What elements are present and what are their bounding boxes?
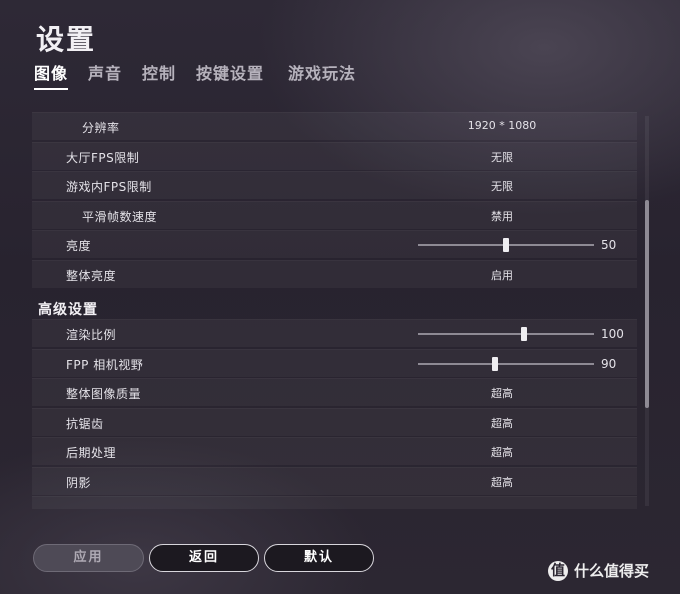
setting-row-post-processing[interactable]: 后期处理 超高 — [32, 437, 637, 465]
setting-label: 渲染比例 — [66, 328, 117, 342]
slider-track — [418, 333, 594, 335]
setting-row-resolution[interactable]: 分辨率 1920 * 1080 — [32, 112, 637, 140]
setting-row-ingame-fps[interactable]: 游戏内FPS限制 无限 — [32, 171, 637, 199]
setting-label: 平滑帧数速度 — [82, 209, 158, 224]
setting-row-smooth-frame[interactable]: 平滑帧数速度 禁用 — [32, 200, 637, 229]
setting-label: FPP 相机视野 — [66, 357, 144, 372]
setting-row-partial[interactable] — [32, 496, 637, 509]
setting-value[interactable]: 启用 — [427, 267, 577, 283]
setting-value[interactable]: 无限 — [427, 178, 577, 194]
default-button[interactable]: 默认 — [264, 544, 374, 572]
watermark-logo-icon: 值 — [548, 560, 568, 581]
setting-row-anti-aliasing[interactable]: 抗锯齿 超高 — [32, 407, 637, 436]
setting-label: 后期处理 — [66, 446, 117, 460]
setting-value[interactable]: 无限 — [427, 149, 577, 165]
slider-value: 90 — [601, 356, 617, 371]
slider-handle[interactable] — [491, 356, 498, 371]
setting-row-brightness[interactable]: 亮度 50 — [32, 230, 637, 258]
watermark-text: 什么值得买 — [574, 562, 650, 580]
setting-label: 大厅FPS限制 — [66, 150, 140, 165]
page-title: 设置 — [36, 23, 97, 56]
setting-row-render-scale[interactable]: 渲染比例 100 — [32, 319, 637, 347]
setting-row-overall-brightness[interactable]: 整体亮度 启用 — [32, 259, 637, 288]
tab-control[interactable]: 控制 — [142, 60, 176, 84]
setting-label: 抗锯齿 — [66, 416, 104, 431]
setting-value[interactable]: 超高 — [427, 385, 577, 401]
tab-graphics[interactable]: 图像 — [34, 60, 69, 90]
render-scale-slider[interactable] — [418, 327, 594, 341]
slider-handle[interactable] — [520, 327, 527, 341]
setting-value[interactable]: 1920 * 1080 — [427, 119, 577, 132]
setting-value[interactable]: 超高 — [427, 444, 577, 460]
setting-row-fpp-fov[interactable]: FPP 相机视野 90 — [32, 348, 637, 377]
tab-sound[interactable]: 声音 — [88, 60, 122, 84]
back-button[interactable]: 返回 — [149, 544, 259, 572]
tab-keybinds[interactable]: 按键设置 — [196, 60, 264, 84]
settings-list: 分辨率 1920 * 1080 大厅FPS限制 无限 游戏内FPS限制 无限 平… — [32, 112, 637, 509]
setting-label: 阴影 — [66, 475, 92, 490]
slider-track — [418, 362, 594, 365]
setting-label: 分辨率 — [82, 121, 120, 135]
setting-row-overall-quality[interactable]: 整体图像质量 超高 — [32, 378, 637, 406]
setting-row-shadows[interactable]: 阴影 超高 — [32, 466, 637, 495]
setting-label: 整体图像质量 — [66, 387, 142, 401]
brightness-slider[interactable] — [418, 238, 594, 252]
setting-value[interactable]: 禁用 — [427, 208, 577, 224]
setting-row-lobby-fps[interactable]: 大厅FPS限制 无限 — [32, 141, 637, 170]
setting-label: 亮度 — [66, 239, 92, 253]
setting-value[interactable]: 超高 — [427, 415, 577, 431]
slider-value: 50 — [601, 238, 617, 252]
setting-label: 游戏内FPS限制 — [66, 180, 152, 194]
fpp-fov-slider[interactable] — [418, 356, 594, 371]
slider-value: 100 — [601, 327, 624, 341]
scrollbar[interactable] — [645, 116, 649, 506]
apply-button[interactable]: 应用 — [33, 544, 144, 572]
watermark: 值什么值得买 — [548, 560, 649, 581]
tab-gameplay[interactable]: 游戏玩法 — [288, 60, 356, 84]
setting-value[interactable]: 超高 — [427, 474, 577, 490]
slider-handle[interactable] — [503, 238, 509, 252]
section-title-advanced: 高级设置 — [38, 302, 98, 318]
scrollbar-thumb[interactable] — [645, 200, 649, 408]
setting-label: 整体亮度 — [66, 268, 117, 283]
